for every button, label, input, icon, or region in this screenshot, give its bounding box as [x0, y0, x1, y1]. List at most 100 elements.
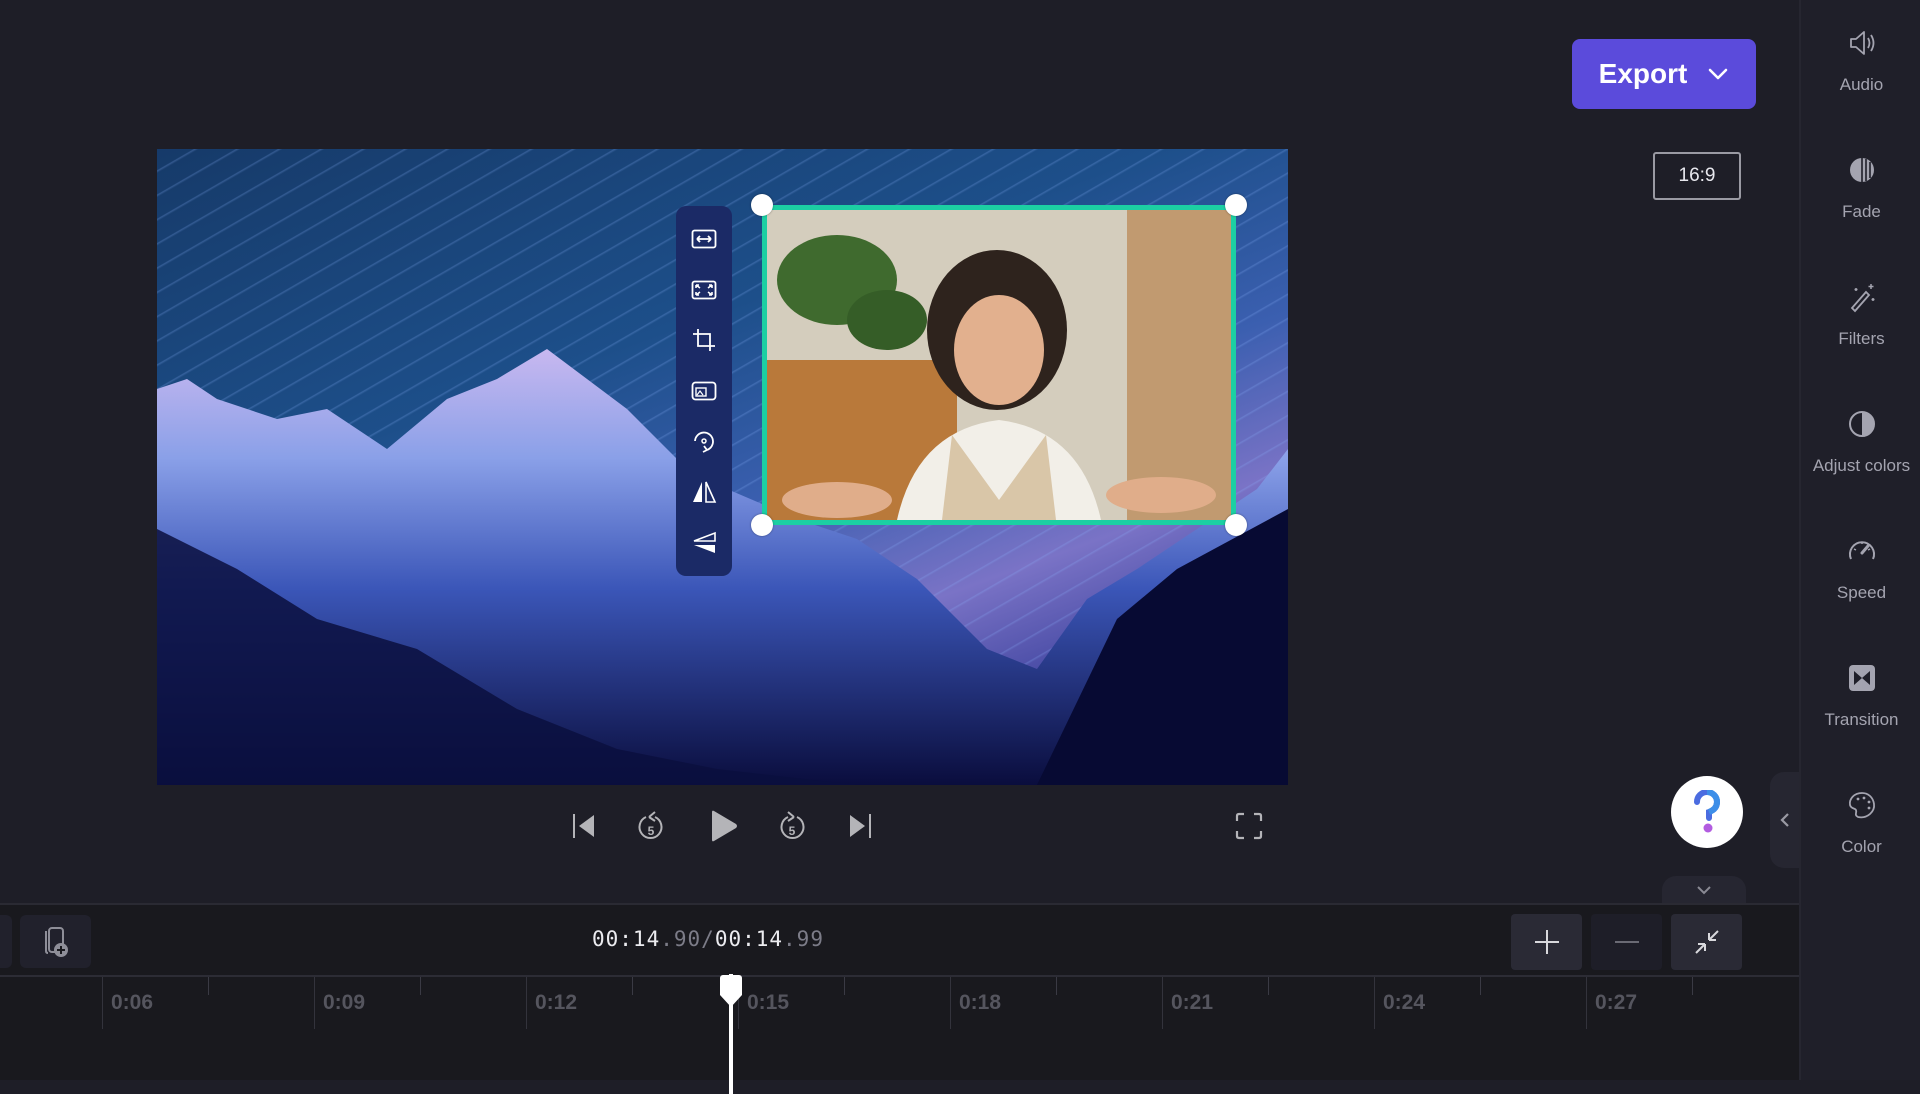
- transition-icon: [1846, 662, 1878, 698]
- magic-wand-icon: [1846, 281, 1878, 317]
- sidebar-item-label: Speed: [1836, 583, 1887, 602]
- sidebar-item-transition[interactable]: Transition: [1801, 662, 1920, 772]
- sidebar-item-speed[interactable]: Speed: [1801, 535, 1920, 645]
- flip-horizontal-button[interactable]: [686, 474, 722, 510]
- sidebar-item-filters[interactable]: Filters: [1801, 281, 1920, 391]
- minus-icon: [1614, 941, 1639, 943]
- ruler-label: 0:27: [1595, 991, 1638, 1014]
- total-time: 00:14: [714, 927, 784, 951]
- speaker-icon: [1846, 27, 1878, 63]
- ruler-major-tick: [1162, 977, 1163, 1029]
- timeline-toolbar: 00:14.90/00:14.99: [0, 905, 1799, 977]
- ruler-major-tick: [1586, 977, 1587, 1029]
- forward-5-icon: 5: [780, 811, 805, 840]
- palette-icon: [1846, 789, 1878, 825]
- sidebar-item-label: Color: [1841, 837, 1882, 856]
- ruler-major-tick: [526, 977, 527, 1029]
- sidebar-item-label: Filters: [1838, 329, 1885, 348]
- playhead-line[interactable]: [728, 974, 733, 1094]
- ruler-minor-tick: [844, 977, 845, 995]
- resize-handle-bottom-left[interactable]: [751, 514, 773, 536]
- crop-button[interactable]: [686, 322, 722, 358]
- sidebar-item-label: Adjust colors: [1812, 456, 1911, 475]
- fullscreen-button[interactable]: [1229, 806, 1269, 846]
- ruler-label: 0:24: [1383, 991, 1426, 1014]
- play-button[interactable]: [703, 806, 743, 846]
- total-time-fraction: .99: [783, 927, 824, 951]
- resize-handle-bottom-right[interactable]: [1225, 514, 1247, 536]
- timecode-separator: /: [701, 927, 715, 951]
- zoom-out-button[interactable]: [1591, 914, 1662, 970]
- skip-to-end-icon: [850, 814, 871, 838]
- export-button[interactable]: Export: [1572, 39, 1756, 109]
- webcam-overlay-clip[interactable]: [762, 205, 1236, 525]
- webcam-person-image: [767, 210, 1231, 520]
- pip-icon: [691, 381, 717, 401]
- fill-button[interactable]: [686, 272, 722, 308]
- flip-vertical-icon: [693, 531, 716, 553]
- help-button[interactable]: [1671, 776, 1743, 848]
- current-time-fraction: .90: [660, 927, 702, 951]
- ruler-minor-tick: [632, 977, 633, 995]
- timecode-display: 00:14.90/00:14.99: [592, 927, 824, 951]
- chevron-down-icon: [1697, 886, 1711, 895]
- timeline-left-button[interactable]: [0, 915, 12, 968]
- ruler-label: 0:15: [747, 991, 790, 1014]
- ruler-minor-tick: [1692, 977, 1693, 995]
- speedometer-icon: [1846, 535, 1878, 571]
- question-mark-icon: [1694, 790, 1721, 833]
- floating-transform-toolbar: [676, 206, 732, 576]
- skip-to-end-button[interactable]: [840, 806, 880, 846]
- sidebar-item-audio[interactable]: Audio: [1801, 27, 1920, 137]
- timeline-panel: 00:14.90/00:14.99 0:06 0:09 0:12 0:15 0:18 0:…: [0, 903, 1799, 1094]
- ruler-label: 0:21: [1171, 991, 1214, 1014]
- resize-handle-top-right[interactable]: [1225, 194, 1247, 216]
- zoom-in-button[interactable]: [1511, 914, 1582, 970]
- fit-button[interactable]: [686, 221, 722, 257]
- picture-in-picture-button[interactable]: [686, 373, 722, 409]
- timeline-ruler[interactable]: 0:06 0:09 0:12 0:15 0:18 0:21 0:24 0:27: [0, 977, 1799, 1082]
- add-media-icon: [44, 926, 68, 957]
- ruler-label: 0:18: [959, 991, 1002, 1014]
- rewind-5-button[interactable]: 5: [631, 806, 671, 846]
- chevron-left-icon: [1780, 813, 1789, 827]
- ruler-minor-tick: [1268, 977, 1269, 995]
- skip-to-start-button[interactable]: [564, 806, 604, 846]
- ruler-major-tick: [102, 977, 103, 1029]
- resize-handle-top-left[interactable]: [751, 194, 773, 216]
- sidebar-item-label: Transition: [1824, 710, 1899, 729]
- current-time: 00:14: [592, 927, 661, 951]
- add-media-button[interactable]: [20, 915, 91, 968]
- fullscreen-icon: [1235, 812, 1263, 840]
- rotate-button[interactable]: [686, 424, 722, 460]
- svg-text:5: 5: [648, 824, 655, 838]
- ruler-minor-tick: [208, 977, 209, 995]
- contrast-icon: [1846, 408, 1878, 444]
- crop-icon: [693, 329, 715, 352]
- forward-5-button[interactable]: 5: [772, 806, 812, 846]
- fill-frame-icon: [691, 280, 717, 300]
- play-icon: [712, 810, 737, 842]
- ruler-minor-tick: [1056, 977, 1057, 995]
- ruler-minor-tick: [1480, 977, 1481, 995]
- zoom-to-fit-button[interactable]: [1671, 914, 1742, 970]
- ruler-label: 0:06: [111, 991, 154, 1014]
- fit-width-icon: [691, 229, 717, 249]
- toggle-timeline-button[interactable]: [1662, 876, 1746, 904]
- sidebar-item-adjust-colors[interactable]: Adjust colors: [1801, 408, 1920, 518]
- ruler-major-tick: [950, 977, 951, 1029]
- collapse-panel-button[interactable]: [1770, 772, 1800, 868]
- aspect-ratio-button[interactable]: 16:9: [1653, 152, 1741, 200]
- export-label: Export: [1598, 58, 1688, 89]
- chevron-down-icon: [1709, 68, 1728, 80]
- sidebar-item-fade[interactable]: Fade: [1801, 154, 1920, 264]
- flip-vertical-button[interactable]: [686, 525, 722, 561]
- ruler-label: 0:09: [323, 991, 366, 1014]
- rotate-icon: [694, 431, 714, 453]
- ruler-minor-tick: [420, 977, 421, 995]
- right-properties-sidebar: Audio Fade Filters Adjust colors Speed Transi…: [1799, 0, 1920, 1080]
- sidebar-item-color[interactable]: Color: [1801, 789, 1920, 899]
- video-preview-canvas[interactable]: [157, 149, 1288, 785]
- sidebar-item-label: Fade: [1842, 202, 1881, 221]
- ruler-major-tick: [1374, 977, 1375, 1029]
